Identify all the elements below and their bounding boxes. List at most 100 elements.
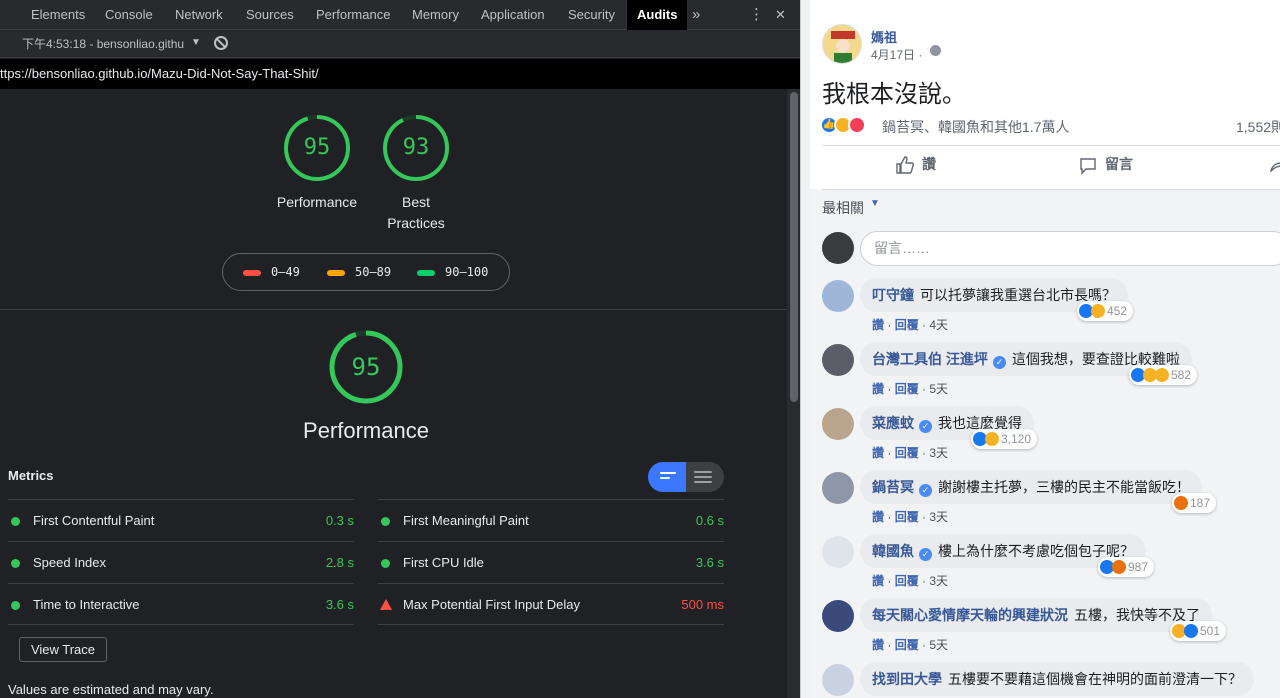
tab-network[interactable]: Network <box>175 0 223 30</box>
tab-performance[interactable]: Performance <box>316 0 390 30</box>
view-trace-button[interactable]: View Trace <box>19 637 107 662</box>
comment-reply-link[interactable]: 回覆 <box>895 318 919 332</box>
page-avatar[interactable] <box>822 24 862 64</box>
commenter-avatar[interactable] <box>822 664 854 696</box>
comment-like-link[interactable]: 讚 <box>872 574 884 588</box>
comment-button[interactable]: 留言 <box>1105 154 1133 174</box>
comment-reactions[interactable]: 3,120 <box>971 429 1038 449</box>
comment-like-link[interactable]: 讚 <box>872 638 884 652</box>
metric-name: First Contentful Paint <box>33 513 155 528</box>
comment-reactions[interactable]: 501 <box>1170 621 1227 641</box>
comment-author[interactable]: 菜應蚊 <box>872 415 914 431</box>
comment-time[interactable]: 4天 <box>929 318 948 332</box>
comment-like-link[interactable]: 讚 <box>872 318 884 332</box>
angry-reaction-icon <box>1112 560 1126 574</box>
clear-icon[interactable] <box>214 36 228 50</box>
chevron-down-icon[interactable]: ▼ <box>870 198 880 209</box>
reaction-count: 987 <box>1128 560 1149 574</box>
comment-time[interactable]: 3天 <box>929 510 948 524</box>
commenter-avatar[interactable] <box>822 600 854 632</box>
globe-icon <box>930 45 941 56</box>
commenter-avatar[interactable] <box>822 472 854 504</box>
best-practices-score-gauge[interactable]: 93 <box>382 114 450 182</box>
metric-name: Max Potential First Input Delay <box>403 597 581 612</box>
comment-reply-link[interactable]: 回覆 <box>895 574 919 588</box>
comment-share-count[interactable]: 1,552則留 <box>1236 117 1280 137</box>
comment-like-link[interactable]: 讚 <box>872 510 884 524</box>
comment-author[interactable]: 每天關心愛情摩天輪的興建狀況 <box>872 607 1068 623</box>
metric-name: Speed Index <box>33 555 107 570</box>
comment-reply-link[interactable]: 回覆 <box>895 382 919 396</box>
verified-badge-icon: ✓ <box>919 548 932 561</box>
comment-text: 五樓要不要藉這個機會在神明的面前澄清一下？ <box>948 671 1242 687</box>
tab-elements[interactable]: Elements <box>31 0 85 30</box>
kebab-menu-icon[interactable]: ⋮ <box>749 0 764 30</box>
comment-reply-link[interactable]: 回覆 <box>895 638 919 652</box>
metric-speed-index: Speed Index 2.8 s <box>8 541 354 583</box>
comment-reactions[interactable]: 187 <box>1172 493 1217 513</box>
tab-console[interactable]: Console <box>105 0 153 30</box>
report-selector[interactable]: 下午4:53:18 - bensonliao.githu <box>22 30 184 58</box>
comment-reply-link[interactable]: 回覆 <box>895 510 919 524</box>
reaction-count: 501 <box>1200 624 1221 638</box>
close-icon[interactable]: ✕ <box>775 0 786 30</box>
audit-url-bar: ttps://bensonliao.github.io/Mazu-Did-Not… <box>0 59 800 89</box>
reactors-text[interactable]: 鍋苔冥、韓國魚和其他1.7萬人 <box>882 117 1069 137</box>
comment-author[interactable]: 台灣工具伯 汪進坪 <box>872 351 988 367</box>
comment-sort[interactable]: 最相關 <box>822 198 864 218</box>
comment: 鍋苔冥 ✓ 謝謝樓主托夢，三樓的民主不能當飯吃！ 讚 · 回覆 · 3天 187 <box>810 470 1280 536</box>
post-date[interactable]: 4月17日 · <box>871 46 922 63</box>
tab-security[interactable]: Security <box>568 0 615 30</box>
pane-splitter[interactable] <box>800 0 810 698</box>
fail-triangle-icon <box>380 599 392 610</box>
reaction-summary[interactable]: 👍 鍋苔冥、韓國魚和其他1.7萬人 1,552則留 <box>820 116 1280 136</box>
tab-sources[interactable]: Sources <box>246 0 294 30</box>
metric-value: 500 ms <box>681 597 724 612</box>
comment-bubble: 每天關心愛情摩天輪的興建狀況 五樓，我快等不及了 <box>860 598 1212 632</box>
comment-input[interactable]: 留言…… <box>860 231 1280 266</box>
performance-score-gauge[interactable]: 95 <box>283 114 351 182</box>
scrollbar-thumb[interactable] <box>790 92 798 402</box>
comment-author[interactable]: 鍋苔冥 <box>872 479 914 495</box>
comment-icon <box>1079 157 1097 175</box>
commenter-avatar[interactable] <box>822 344 854 376</box>
share-icon[interactable] <box>1269 158 1280 174</box>
comment-reply-link[interactable]: 回覆 <box>895 446 919 460</box>
tab-application[interactable]: Application <box>481 0 545 30</box>
chevron-down-icon[interactable]: ▼ <box>191 30 201 56</box>
reaction-count: 582 <box>1171 368 1192 382</box>
comment-time[interactable]: 3天 <box>929 446 948 460</box>
comment-author[interactable]: 叮守鐘 <box>872 287 914 303</box>
page-name[interactable]: 媽祖 <box>871 27 897 46</box>
commenter-avatar[interactable] <box>822 280 854 312</box>
pass-icon <box>381 559 390 568</box>
more-tabs-icon[interactable]: » <box>692 0 700 30</box>
like-button[interactable]: 讚 <box>922 154 936 174</box>
metric-name: Time to Interactive <box>33 597 140 612</box>
comment-reactions[interactable]: 582 <box>1129 365 1198 385</box>
comment-time[interactable]: 3天 <box>929 574 948 588</box>
comment-like-link[interactable]: 讚 <box>872 446 884 460</box>
tab-audits[interactable]: Audits <box>627 0 688 30</box>
mazu-avatar-image <box>823 25 861 63</box>
tab-memory[interactable]: Memory <box>412 0 459 30</box>
comment-time[interactable]: 5天 <box>929 382 948 396</box>
comment-reactions[interactable]: 452 <box>1077 301 1134 321</box>
performance-category-score: 95 <box>351 353 381 381</box>
comment-author[interactable]: 找到田大學 <box>872 671 942 687</box>
commenter-avatar[interactable] <box>822 408 854 440</box>
metric-value: 0.3 s <box>325 513 354 528</box>
comment-author[interactable]: 韓國魚 <box>872 543 914 559</box>
metrics-view-toggle[interactable] <box>648 462 724 492</box>
reaction-count: 452 <box>1107 304 1128 318</box>
comment-meta: 讚 · 回覆 · 5天 <box>872 638 949 652</box>
orange-dash-icon <box>327 270 345 276</box>
comment-like-link[interactable]: 讚 <box>872 382 884 396</box>
comment-time[interactable]: 5天 <box>929 638 948 652</box>
comment-placeholder: 留言…… <box>874 240 930 256</box>
post-text: 我根本沒說。 <box>822 81 966 108</box>
commenter-avatar[interactable] <box>822 536 854 568</box>
divider <box>822 145 1280 146</box>
metric-value: 0.6 s <box>695 513 724 528</box>
comment-reactions[interactable]: 987 <box>1098 557 1155 577</box>
